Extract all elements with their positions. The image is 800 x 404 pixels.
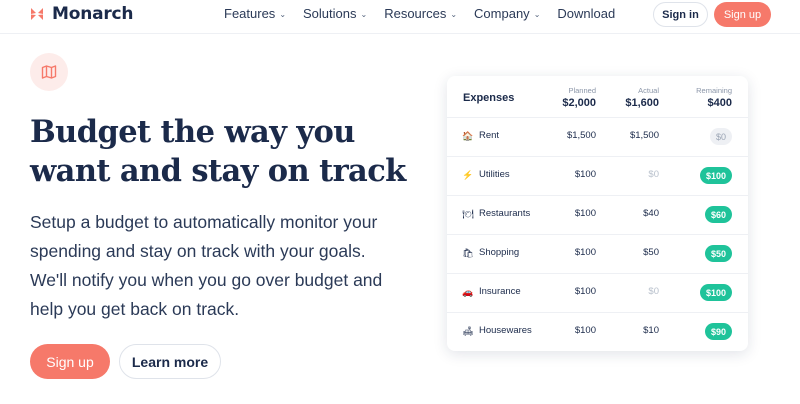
actual-label: Actual <box>638 86 659 95</box>
remaining-total: $400 <box>707 97 732 109</box>
menu-item-download[interactable]: Download <box>557 6 615 21</box>
menu-item-company[interactable]: Company ⌄ <box>474 6 540 21</box>
chevron-down-icon: ⌄ <box>450 9 458 19</box>
planned-amount: $100 <box>574 325 596 336</box>
actual-column-header: Actual $1,600 <box>625 86 659 109</box>
shopping-bag-icon: 🛍 <box>462 248 474 258</box>
budget-title: Expenses <box>463 92 515 104</box>
menu-item-solutions[interactable]: Solutions ⌄ <box>303 6 367 21</box>
category-name: Insurance <box>479 286 521 297</box>
actual-amount: $10 <box>643 325 659 336</box>
budget-row: 🏠 Rent $1,500 $1,500 $0 <box>447 118 748 157</box>
category-name: Utilities <box>479 169 510 180</box>
planned-amount: $100 <box>574 286 596 297</box>
chevron-down-icon: ⌄ <box>360 9 368 19</box>
actual-amount: $0 <box>648 286 659 297</box>
lightning-icon: ⚡ <box>462 170 474 180</box>
remaining-pill: $0 <box>709 128 732 145</box>
planned-amount: $1,500 <box>566 130 596 141</box>
planned-label: Planned <box>568 86 596 95</box>
feature-badge <box>30 53 68 91</box>
budget-row: 🍽 Restaurants $100 $40 $60 <box>447 196 748 235</box>
budget-row: ⚡ Utilities $100 $0 $100 <box>447 157 748 196</box>
hero-headline: Budget the way you want and stay on trac… <box>30 114 406 189</box>
remaining-pill: $100 <box>699 284 732 301</box>
category-name: Restaurants <box>479 208 531 219</box>
planned-amount: $100 <box>574 169 596 180</box>
monarch-logo[interactable]: Monarch <box>30 4 134 24</box>
remaining-pill: $100 <box>699 167 732 184</box>
top-navigation: Monarch Features ⌄ Solutions ⌄ Resources… <box>0 0 800 34</box>
car-icon: 🚗 <box>462 287 474 297</box>
map-icon <box>41 65 57 79</box>
house-icon: 🏠 <box>462 131 474 141</box>
remaining-label: Remaining <box>696 86 732 95</box>
main-menu: Features ⌄ Solutions ⌄ Resources ⌄ Compa… <box>224 6 615 21</box>
logo-text: Monarch <box>52 4 134 24</box>
chevron-down-icon: ⌄ <box>533 9 541 19</box>
actual-amount: $1,500 <box>629 130 659 141</box>
remaining-pill: $90 <box>704 323 732 340</box>
budget-row: 🛍 Shopping $100 $50 $50 <box>447 235 748 274</box>
menu-item-resources[interactable]: Resources ⌄ <box>384 6 457 21</box>
menu-label: Resources <box>384 6 447 21</box>
budget-row: 🚗 Insurance $100 $0 $100 <box>447 274 748 313</box>
remaining-column-header: Remaining $400 <box>696 86 732 109</box>
budget-card: Expenses Planned $2,000 Actual $1,600 Re… <box>447 76 748 351</box>
actual-amount: $50 <box>643 247 659 258</box>
hero-sign-up-button[interactable]: Sign up <box>30 344 110 379</box>
planned-column-header: Planned $2,000 <box>562 86 596 109</box>
category-name: Rent <box>479 130 500 141</box>
sign-in-button[interactable]: Sign in <box>653 2 708 27</box>
menu-item-features[interactable]: Features ⌄ <box>224 6 286 21</box>
actual-amount: $0 <box>648 169 659 180</box>
nav-sign-up-button[interactable]: Sign up <box>714 2 771 27</box>
category-name: Shopping <box>479 247 520 258</box>
remaining-pill: $50 <box>704 245 732 262</box>
budget-header: Expenses Planned $2,000 Actual $1,600 Re… <box>447 76 748 118</box>
monarch-logo-icon <box>31 8 43 20</box>
budget-row: 🛋 Housewares $100 $10 $90 <box>447 313 748 352</box>
couch-icon: 🛋 <box>462 326 474 336</box>
menu-label: Solutions <box>303 6 357 21</box>
hero-description: Setup a budget to automatically monitor … <box>30 212 383 319</box>
actual-total: $1,600 <box>625 97 659 109</box>
plate-icon: 🍽 <box>462 209 474 219</box>
chevron-down-icon: ⌄ <box>279 9 287 19</box>
actual-amount: $40 <box>643 208 659 219</box>
menu-label: Download <box>557 6 616 21</box>
menu-label: Company <box>474 6 530 21</box>
menu-label: Features <box>224 6 276 21</box>
planned-amount: $100 <box>574 247 596 258</box>
planned-total: $2,000 <box>562 97 596 109</box>
remaining-pill: $60 <box>704 206 732 223</box>
learn-more-button[interactable]: Learn more <box>119 344 221 379</box>
category-name: Housewares <box>479 325 532 336</box>
planned-amount: $100 <box>574 208 596 219</box>
